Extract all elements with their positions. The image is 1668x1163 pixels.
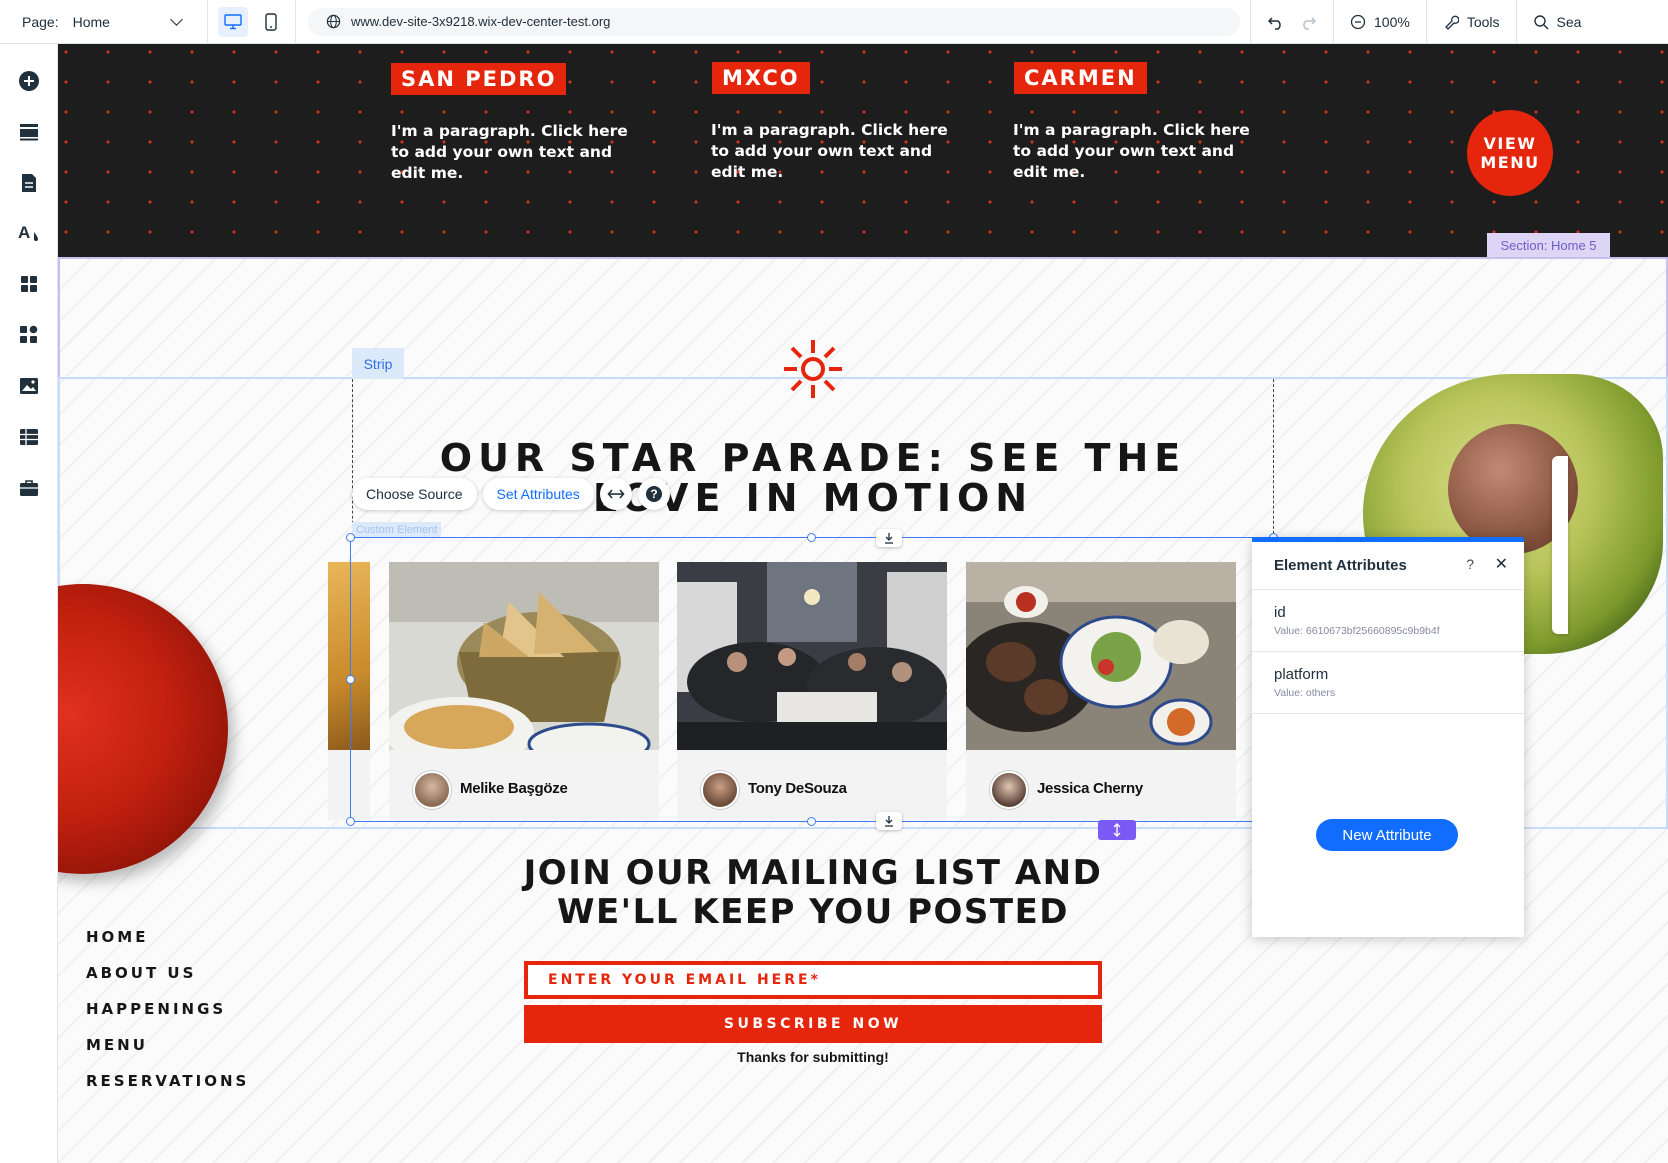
anchor-bottom-button[interactable] [876, 812, 902, 830]
anchor-top-button[interactable] [876, 529, 902, 547]
help-icon: ? [645, 486, 662, 502]
desktop-view-button[interactable] [218, 6, 248, 37]
floating-tools-panel[interactable] [1552, 456, 1568, 634]
attribute-name: id [1274, 604, 1286, 621]
search-label: Sea [1556, 13, 1582, 30]
element-attributes-panel: Element Attributes ? ✕ id Value: 6610673… [1252, 537, 1524, 937]
history-controls [1251, 0, 1333, 44]
chevron-down-icon [170, 12, 183, 26]
set-attributes-button[interactable]: Set Attributes [482, 478, 594, 510]
download-arrow-icon [885, 533, 893, 544]
resize-handle[interactable] [346, 675, 355, 684]
search-button[interactable]: Sea [1517, 0, 1598, 44]
pages-icon[interactable] [18, 172, 40, 194]
svg-text:A: A [18, 223, 30, 242]
footer-nav-about[interactable]: ABOUT US [86, 964, 249, 1000]
add-elements-icon[interactable] [18, 70, 40, 92]
close-icon[interactable]: ✕ [1495, 554, 1508, 574]
download-arrow-icon [885, 816, 893, 827]
site-url-bar[interactable]: www.dev-site-3x9218.wix-dev-center-test.… [308, 7, 1240, 36]
strip-label[interactable]: Strip [352, 348, 404, 379]
new-attribute-button[interactable]: New Attribute [1316, 819, 1458, 851]
business-apps-icon[interactable] [18, 324, 40, 346]
zoom-control[interactable]: 100% [1334, 0, 1426, 44]
sections-icon[interactable] [18, 121, 40, 143]
device-switcher [208, 0, 296, 44]
media-icon[interactable] [18, 375, 40, 397]
location-paragraph[interactable]: I'm a paragraph. Click here to add your … [391, 121, 631, 184]
top-bar: Page: Home www.dev-site-3x9218.wix-dev-c… [0, 0, 1668, 44]
help-button[interactable]: ? [637, 478, 670, 510]
page-selector-label: Page: [22, 13, 59, 30]
site-url: www.dev-site-3x9218.wix-dev-center-test.… [351, 14, 611, 29]
redo-icon[interactable] [1299, 14, 1317, 30]
page-selector[interactable]: Page: Home [0, 0, 208, 44]
portfolio-icon[interactable] [18, 477, 40, 499]
vertical-resize-handle[interactable] [1098, 820, 1136, 840]
location-tag[interactable]: MXCO [712, 62, 810, 94]
section-outline [58, 257, 1668, 379]
tools-label: Tools [1466, 13, 1500, 30]
email-field[interactable]: ENTER YOUR EMAIL HERE* [524, 961, 1102, 999]
panel-title: Element Attributes [1274, 557, 1407, 574]
stretch-button[interactable] [599, 478, 632, 510]
location-tag[interactable]: CARMEN [1014, 62, 1147, 94]
globe-icon [326, 14, 341, 29]
location-tag[interactable]: SAN PEDRO [391, 63, 567, 95]
footer-nav: HOME ABOUT US HAPPENINGS MENU RESERVATIO… [86, 928, 249, 1108]
wrench-icon [1444, 15, 1459, 30]
wix-editor: Page: Home www.dev-site-3x9218.wix-dev-c… [0, 0, 1668, 1163]
view-menu-button[interactable]: VIEW MENU [1467, 110, 1553, 196]
location-paragraph[interactable]: I'm a paragraph. Click here to add your … [711, 120, 951, 183]
zoom-out-icon [1350, 14, 1366, 29]
locations-section[interactable]: SAN PEDRO I'm a paragraph. Click here to… [58, 44, 1668, 257]
apps-icon[interactable] [18, 273, 40, 295]
desktop-icon [224, 13, 242, 29]
element-context-toolbar: Choose Source Set Attributes ? [352, 478, 670, 510]
choose-source-button[interactable]: Choose Source [352, 478, 477, 510]
resize-handle[interactable] [346, 817, 355, 826]
mobile-icon [265, 12, 277, 31]
svg-text:?: ? [650, 487, 657, 501]
footer-nav-menu[interactable]: MENU [86, 1036, 249, 1072]
custom-element-label: Custom Element [352, 522, 442, 538]
vertical-arrows-icon [1113, 823, 1121, 837]
panel-header: Element Attributes ? ✕ [1252, 542, 1524, 590]
footer-nav-home[interactable]: HOME [86, 928, 249, 964]
undo-icon[interactable] [1267, 14, 1285, 30]
zoom-level: 100% [1374, 13, 1410, 30]
left-toolbar: A [0, 44, 58, 1163]
help-icon[interactable]: ? [1466, 556, 1474, 572]
footer-nav-reservations[interactable]: RESERVATIONS [86, 1072, 249, 1108]
horizontal-arrows-icon [607, 489, 625, 499]
attribute-value: Value: others [1274, 687, 1336, 699]
submit-confirmation: Thanks for submitting! [737, 1049, 889, 1065]
design-icon[interactable]: A [18, 222, 40, 244]
search-icon [1533, 14, 1548, 29]
resize-handle[interactable] [807, 533, 816, 542]
attribute-value: Value: 6610673bf25660895c9b9b4f [1274, 625, 1440, 637]
selection-frame [350, 537, 1268, 822]
mobile-view-button[interactable] [256, 7, 286, 37]
subscribe-button[interactable]: SUBSCRIBE NOW [524, 1005, 1102, 1043]
location-paragraph[interactable]: I'm a paragraph. Click here to add your … [1013, 120, 1253, 183]
page-selector-value: Home [72, 13, 110, 30]
section-label[interactable]: Section: Home 5 [1487, 233, 1610, 257]
cms-icon[interactable] [18, 426, 40, 448]
tools-button[interactable]: Tools [1427, 0, 1516, 44]
attribute-row[interactable]: id Value: 6610673bf25660895c9b9b4f [1252, 590, 1524, 652]
mailing-list-heading[interactable]: JOIN OUR MAILING LIST AND WE'LL KEEP YOU… [498, 854, 1128, 932]
footer-nav-happenings[interactable]: HAPPENINGS [86, 1000, 249, 1036]
attribute-row[interactable]: platform Value: others [1252, 652, 1524, 714]
resize-handle[interactable] [807, 817, 816, 826]
resize-handle[interactable] [346, 533, 355, 542]
attribute-name: platform [1274, 666, 1329, 683]
